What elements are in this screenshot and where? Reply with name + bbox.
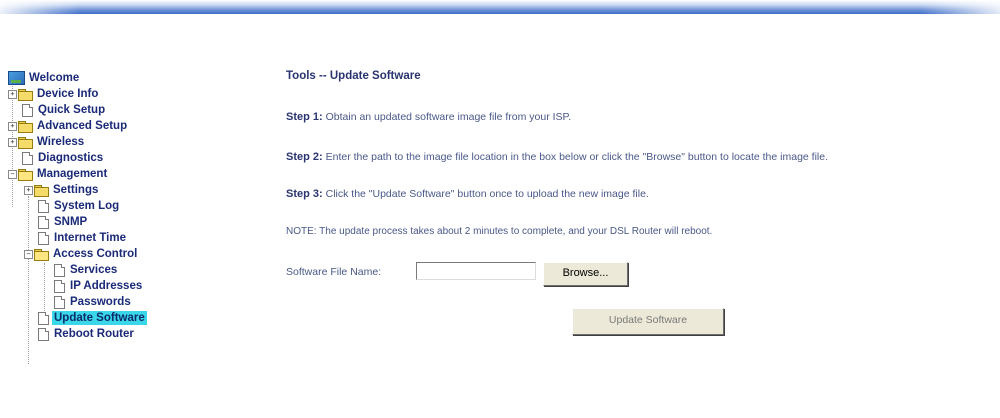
step-label: Step 2: (286, 151, 323, 163)
nav-item-label: Advanced Setup (37, 120, 128, 132)
step-label: Step 3: (286, 188, 323, 200)
expand-plus-icon[interactable]: + (8, 121, 17, 131)
nav-item-update-software[interactable]: Update Software (36, 310, 147, 326)
page-icon (22, 103, 33, 117)
page-icon (38, 199, 49, 213)
nav-root-welcome[interactable]: Welcome (8, 70, 81, 86)
nav-item-label: Passwords (70, 296, 131, 308)
nav-item-label: Reboot Router (54, 328, 134, 340)
page-icon (38, 327, 49, 341)
step-text: Obtain an updated software image file fr… (322, 111, 572, 123)
software-file-label: Software File Name: (286, 266, 382, 278)
nav-item-management[interactable]: − Management (8, 166, 109, 182)
nav-root-label: Welcome (29, 72, 80, 84)
software-file-input[interactable] (416, 262, 536, 280)
page-icon (22, 151, 33, 165)
nav-item-label: SNMP (54, 216, 88, 228)
folder-icon (18, 88, 33, 101)
nav-item-wireless[interactable]: + Wireless (8, 134, 86, 150)
tree-line (44, 263, 45, 315)
update-software-button[interactable]: Update Software (572, 308, 724, 335)
step-1: Step 1: Obtain an updated software image… (286, 111, 571, 123)
nav-item-snmp[interactable]: SNMP (36, 214, 89, 230)
page-icon (54, 263, 65, 277)
nav-item-access-control[interactable]: − Access Control (24, 246, 139, 262)
nav-item-label: Services (70, 264, 118, 276)
nav-item-label: Device Info (37, 88, 99, 100)
nav-item-label: Diagnostics (38, 152, 104, 164)
nav-item-label: Internet Time (54, 232, 126, 244)
browse-button[interactable]: Browse... (543, 262, 628, 286)
nav-item-reboot-router[interactable]: Reboot Router (36, 326, 136, 342)
nav-item-settings[interactable]: + Settings (24, 182, 100, 198)
nav-item-diagnostics[interactable]: Diagnostics (20, 150, 105, 166)
nav-item-system-log[interactable]: System Log (36, 198, 121, 214)
page-icon (38, 215, 49, 229)
expand-plus-icon[interactable]: + (24, 185, 33, 195)
nav-item-quick-setup[interactable]: Quick Setup (20, 102, 107, 118)
nav-item-label: Access Control (53, 248, 138, 260)
nav-item-passwords[interactable]: Passwords (52, 294, 133, 310)
folder-icon (18, 136, 33, 149)
step-text: Enter the path to the image file locatio… (322, 151, 829, 163)
expand-plus-icon[interactable]: + (8, 89, 17, 99)
nav-item-label: Wireless (37, 136, 85, 148)
main-content: Tools -- Update Software Step 1: Obtain … (286, 0, 1000, 418)
page-icon (54, 295, 65, 309)
tree-line (28, 196, 29, 364)
nav-item-label: Management (37, 168, 108, 180)
nav-item-internet-time[interactable]: Internet Time (36, 230, 128, 246)
nav-item-services[interactable]: Services (52, 262, 119, 278)
page-title: Tools -- Update Software (286, 70, 421, 82)
nav-item-label: Quick Setup (38, 104, 106, 116)
expand-plus-icon[interactable]: + (8, 137, 17, 147)
page-icon (38, 311, 49, 325)
nav-item-ip-addresses[interactable]: IP Addresses (52, 278, 144, 294)
nav-item-device-info[interactable]: + Device Info (8, 86, 100, 102)
nav-item-advanced-setup[interactable]: + Advanced Setup (8, 118, 129, 134)
step-text: Click the "Update Software" button once … (322, 188, 649, 200)
folder-icon (18, 120, 33, 133)
step-label: Step 1: (286, 111, 323, 123)
page-icon (54, 279, 65, 293)
open-folder-icon (18, 168, 33, 181)
collapse-minus-icon[interactable]: − (24, 249, 33, 259)
folder-icon (34, 184, 49, 197)
network-icon (8, 71, 25, 85)
nav-item-label: Settings (53, 184, 99, 196)
page-icon (38, 231, 49, 245)
nav-item-label: IP Addresses (70, 280, 143, 292)
step-2: Step 2: Enter the path to the image file… (286, 151, 828, 163)
open-folder-icon (34, 248, 49, 261)
note-text: NOTE: The update process takes about 2 m… (286, 226, 713, 237)
nav-item-label: System Log (54, 200, 120, 212)
nav-item-label: Update Software (52, 311, 147, 325)
step-3: Step 3: Click the "Update Software" butt… (286, 188, 649, 200)
collapse-minus-icon[interactable]: − (8, 169, 17, 179)
